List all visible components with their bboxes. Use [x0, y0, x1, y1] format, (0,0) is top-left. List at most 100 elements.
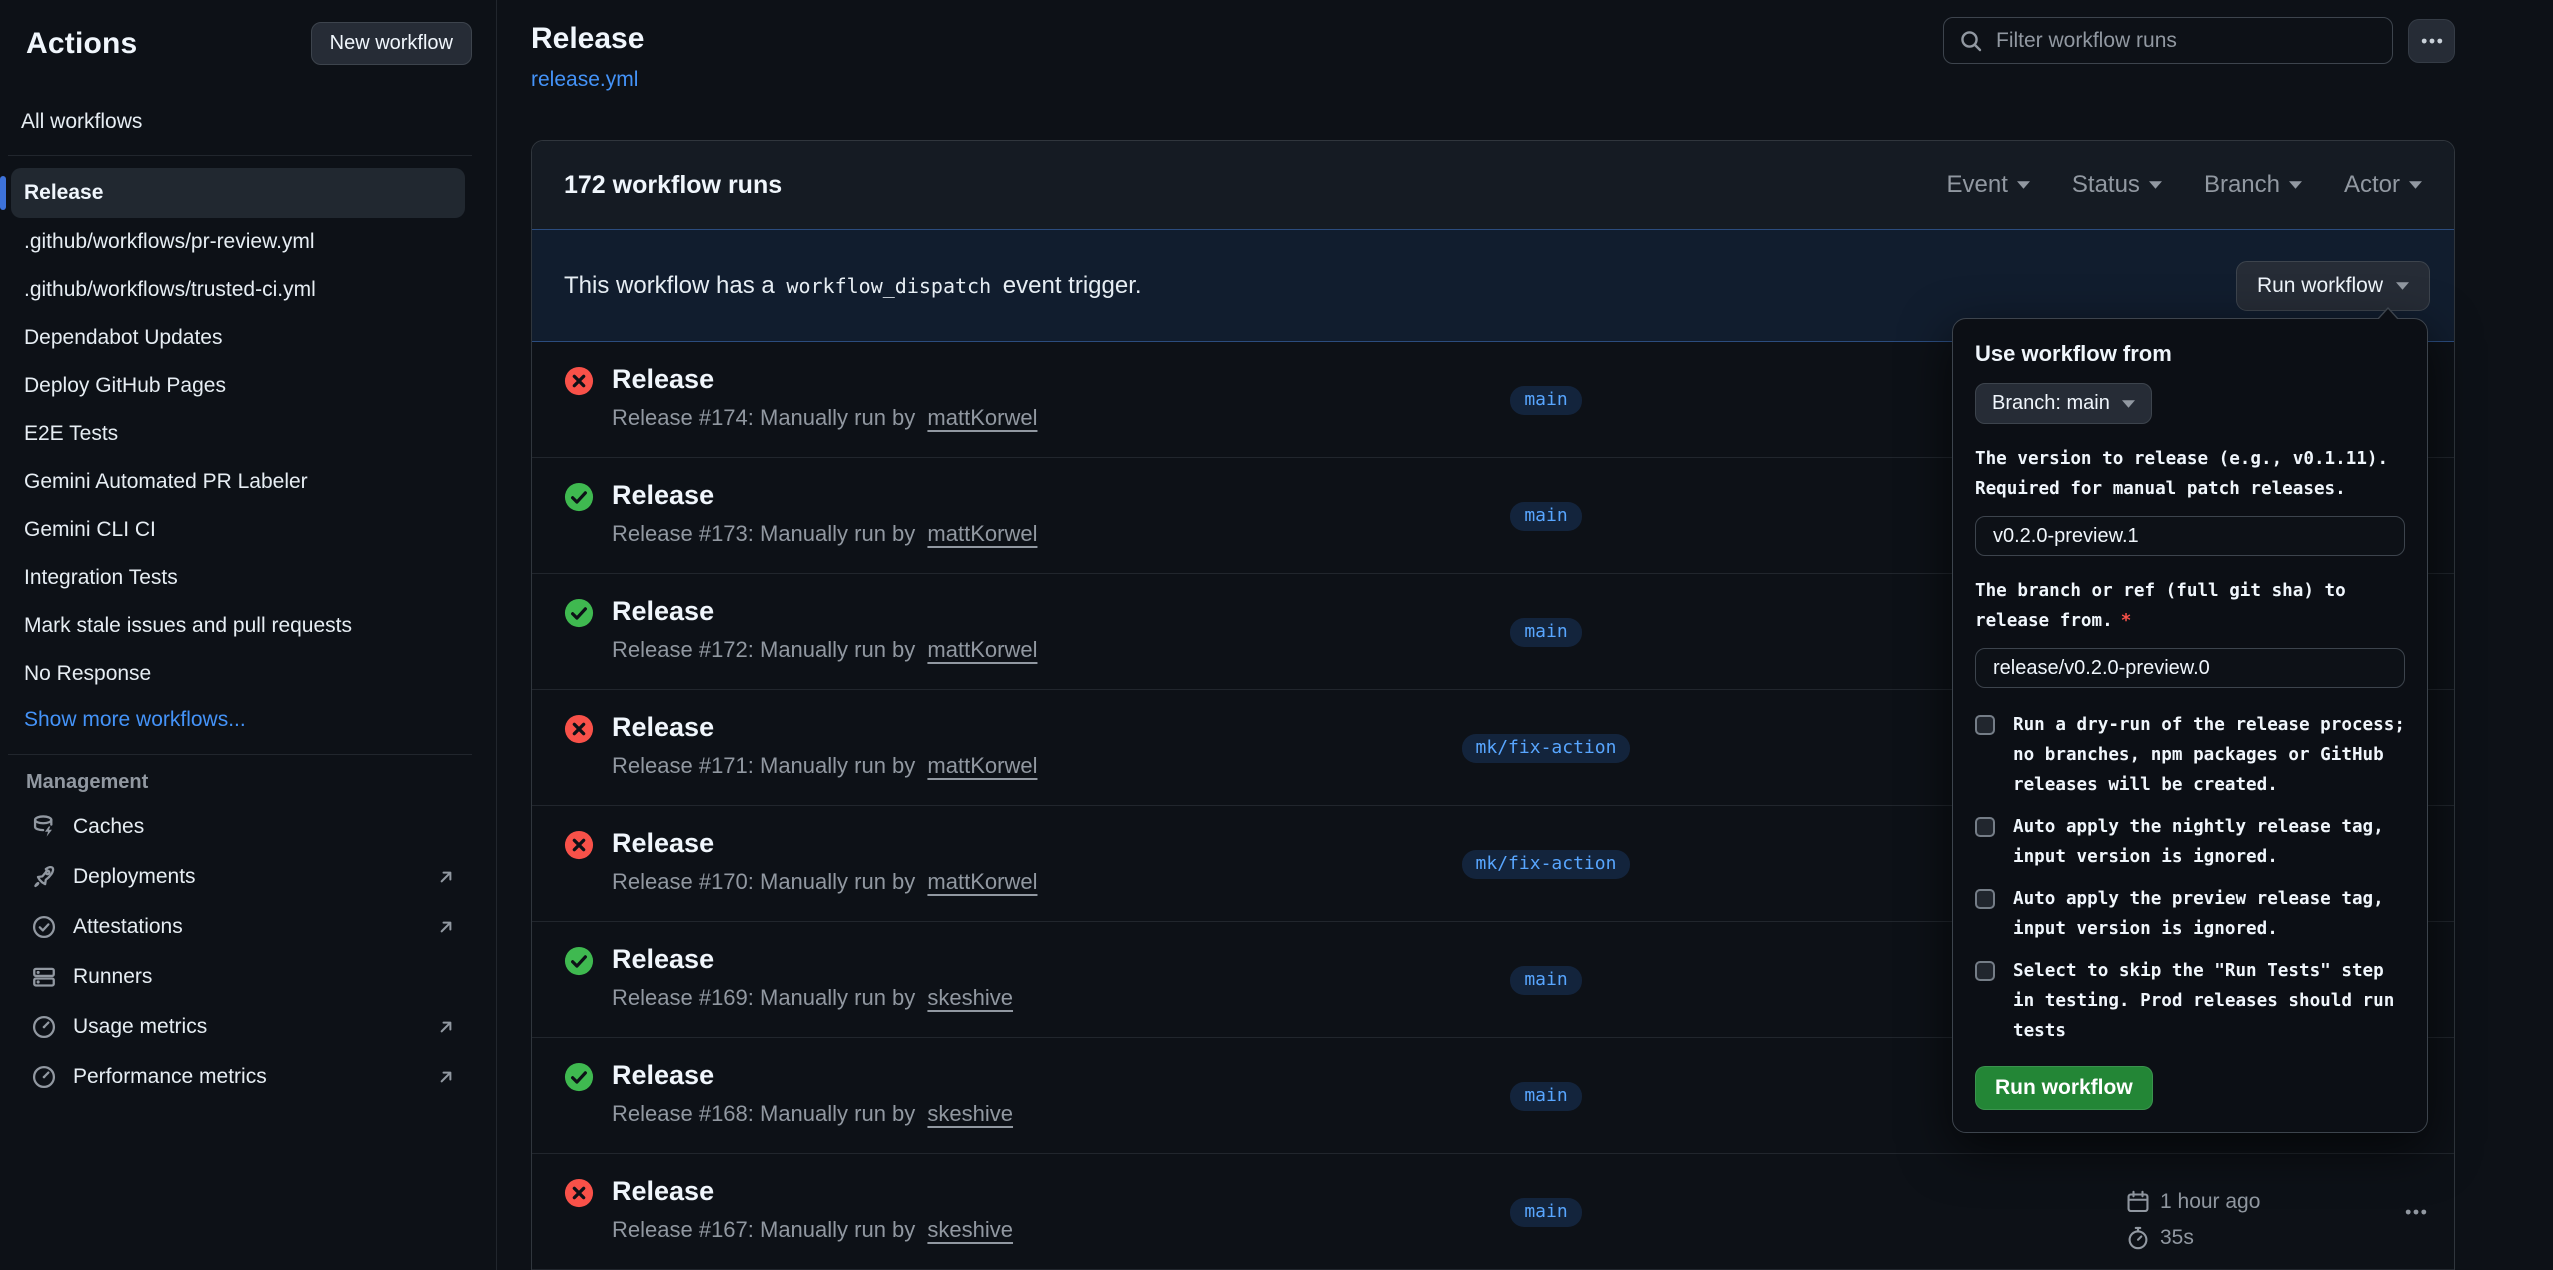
- filter-workflow-runs-box[interactable]: [1943, 17, 2393, 64]
- sidebar-item-workflow[interactable]: Deploy GitHub Pages: [11, 362, 465, 410]
- management-item-label: Runners: [73, 965, 152, 989]
- runs-panel-header: 172 workflow runs Event Status: [532, 141, 2454, 229]
- checkbox[interactable]: [1975, 715, 1995, 735]
- actor-link[interactable]: mattKorwel: [927, 405, 1037, 430]
- checkbox[interactable]: [1975, 889, 1995, 909]
- run-title[interactable]: Release: [612, 595, 1356, 627]
- branch-badge[interactable]: main: [1510, 966, 1581, 995]
- sidebar-item-workflow[interactable]: No Response: [11, 650, 465, 698]
- actor-link[interactable]: skeshive: [927, 1101, 1013, 1126]
- run-branch-cell: main: [1356, 922, 1736, 1037]
- selected-accent-bar: [0, 176, 6, 210]
- management-item-label: Caches: [73, 815, 144, 839]
- sidebar-item-workflow[interactable]: .github/workflows/pr-review.yml: [11, 218, 465, 266]
- run-options-button[interactable]: [2396, 1192, 2436, 1232]
- sidebar-item-workflow[interactable]: E2E Tests: [11, 410, 465, 458]
- branch-badge[interactable]: main: [1510, 1198, 1581, 1227]
- run-title[interactable]: Release: [612, 363, 1356, 395]
- filter-dropdown[interactable]: Branch: [2204, 171, 2302, 199]
- runs-filters: Event Status Branch: [1947, 171, 2422, 199]
- run-workflow-submit-button[interactable]: Run workflow: [1975, 1066, 2153, 1110]
- sidebar-item-management[interactable]: Caches: [0, 802, 496, 852]
- run-summary: Release Release #169: Manually run by sk…: [612, 922, 1356, 1037]
- checkbox[interactable]: [1975, 817, 1995, 837]
- workflow-options-button[interactable]: [2408, 19, 2455, 63]
- run-title[interactable]: Release: [612, 1059, 1356, 1091]
- checkbox-option-row[interactable]: Select to skip the "Run Tests" step in t…: [1975, 956, 2405, 1046]
- run-title[interactable]: Release: [612, 479, 1356, 511]
- sidebar-item-workflow[interactable]: Gemini Automated PR Labeler: [11, 458, 465, 506]
- sidebar-item-workflow[interactable]: Integration Tests: [11, 554, 465, 602]
- sidebar-item-management[interactable]: Performance metrics: [0, 1052, 496, 1102]
- run-branch-cell: main: [1356, 574, 1736, 689]
- run-workflow-dropdown-button[interactable]: Run workflow: [2236, 261, 2430, 311]
- sidebar-item-management[interactable]: Runners: [0, 952, 496, 1002]
- gauge-icon: [31, 1064, 57, 1090]
- branch-badge[interactable]: main: [1510, 502, 1581, 531]
- filter-dropdown-label: Status: [2072, 171, 2140, 199]
- checkbox-option-row[interactable]: Auto apply the preview release tag, inpu…: [1975, 884, 2405, 944]
- sidebar-item-management[interactable]: Deployments: [0, 852, 496, 902]
- filter-dropdown[interactable]: Status: [2072, 171, 2162, 199]
- checkbox-option-row[interactable]: Run a dry-run of the release process; no…: [1975, 710, 2405, 800]
- runs-count: 172 workflow runs: [564, 171, 782, 200]
- input-description-text: The version to release (e.g., v0.1.11). …: [1975, 449, 2388, 499]
- sidebar-item-management[interactable]: Usage metrics: [0, 1002, 496, 1052]
- run-summary: Release Release #168: Manually run by sk…: [612, 1038, 1356, 1153]
- external-link-icon: [436, 1067, 456, 1087]
- workflow-file-link[interactable]: release.yml: [531, 66, 638, 94]
- sidebar-item-workflow[interactable]: Gemini CLI CI: [11, 506, 465, 554]
- run-summary: Release Release #173: Manually run by ma…: [612, 458, 1356, 573]
- sidebar-item-workflow[interactable]: Release: [11, 168, 465, 218]
- run-title[interactable]: Release: [612, 1175, 1356, 1207]
- filter-dropdown-label: Branch: [2204, 171, 2280, 199]
- input-description: The branch or ref (full git sha) to rele…: [1975, 576, 2405, 636]
- run-description-text: Release #168: Manually run by: [612, 1101, 915, 1126]
- actor-link[interactable]: mattKorwel: [927, 869, 1037, 894]
- management-item-label: Usage metrics: [73, 1015, 207, 1039]
- checkbox[interactable]: [1975, 961, 1995, 981]
- checkbox-option-row[interactable]: Auto apply the nightly release tag, inpu…: [1975, 812, 2405, 872]
- chevron-down-icon: [2289, 181, 2302, 189]
- sidebar-item-management[interactable]: Attestations: [0, 902, 496, 952]
- input-description: The version to release (e.g., v0.1.11). …: [1975, 444, 2405, 504]
- kebab-horizontal-icon: [2419, 28, 2445, 54]
- chevron-down-icon: [2017, 181, 2030, 189]
- actor-link[interactable]: mattKorwel: [927, 637, 1037, 662]
- branch-badge[interactable]: mk/fix-action: [1462, 734, 1631, 763]
- actor-link[interactable]: mattKorwel: [927, 521, 1037, 546]
- actor-link[interactable]: mattKorwel: [927, 753, 1037, 778]
- branch-badge[interactable]: main: [1510, 386, 1581, 415]
- filter-dropdown[interactable]: Event: [1947, 171, 2030, 199]
- workflow-input-field[interactable]: [1975, 516, 2405, 556]
- sidebar-item-workflow[interactable]: Mark stale issues and pull requests: [11, 602, 465, 650]
- workflow-run-row[interactable]: Release Release #167: Manually run by sk…: [532, 1154, 2454, 1270]
- header-actions: [1943, 17, 2455, 64]
- branch-badge[interactable]: main: [1510, 618, 1581, 647]
- branch-badge[interactable]: main: [1510, 1082, 1581, 1111]
- status-icon: [564, 714, 594, 744]
- workflow-input-group: The version to release (e.g., v0.1.11). …: [1975, 444, 2405, 556]
- actor-link[interactable]: skeshive: [927, 985, 1013, 1010]
- run-title[interactable]: Release: [612, 943, 1356, 975]
- sidebar-item-workflow[interactable]: .github/workflows/trusted-ci.yml: [11, 266, 465, 314]
- run-summary: Release Release #167: Manually run by sk…: [612, 1154, 1356, 1269]
- filter-dropdown[interactable]: Actor: [2344, 171, 2422, 199]
- management-item-label: Deployments: [73, 865, 196, 889]
- new-workflow-button[interactable]: New workflow: [311, 22, 472, 65]
- external-link-icon: [436, 867, 456, 887]
- actor-link[interactable]: skeshive: [927, 1217, 1013, 1242]
- status-icon: [564, 366, 594, 396]
- run-title[interactable]: Release: [612, 711, 1356, 743]
- workflow-input-field[interactable]: [1975, 648, 2405, 688]
- run-title[interactable]: Release: [612, 827, 1356, 859]
- status-icon: [564, 830, 594, 860]
- branch-badge[interactable]: mk/fix-action: [1462, 850, 1631, 879]
- sidebar-item-workflow[interactable]: Dependabot Updates: [11, 314, 465, 362]
- show-more-workflows-link[interactable]: Show more workflows...: [11, 698, 472, 742]
- calendar-icon: [2126, 1190, 2150, 1214]
- sidebar-item-all-workflows[interactable]: All workflows: [8, 101, 472, 143]
- search-icon: [1959, 29, 1983, 53]
- branch-select-button[interactable]: Branch: main: [1975, 383, 2152, 424]
- filter-workflow-runs-input[interactable]: [1996, 29, 2377, 53]
